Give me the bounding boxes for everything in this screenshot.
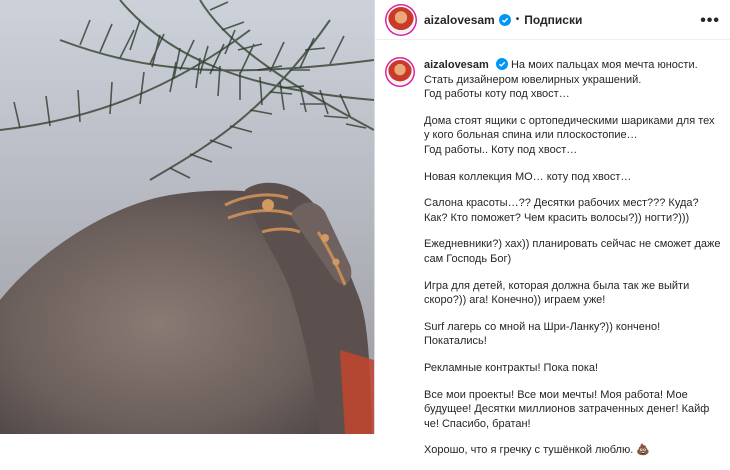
caption-text: aizalovesam На моих пальцах моя мечта юн… <box>424 58 723 470</box>
more-options-icon[interactable]: ••• <box>700 12 720 30</box>
caption-paragraph: Рекламные контракты! Пока пока! <box>424 361 599 374</box>
instagram-post: aizalovesam • Подписки ••• aizalovesam Н… <box>0 0 730 456</box>
author-avatar[interactable] <box>388 6 414 33</box>
caption-author-avatar[interactable] <box>388 60 412 84</box>
caption-lead: На моих пальцах моя мечта юности. <box>510 59 698 71</box>
caption-paragraph: Ежедневники?) хах)) планировать сейчас н… <box>424 238 721 265</box>
caption-paragraph: Хорошо, что я гречку с тушёнкой люблю. 💩 <box>424 444 650 457</box>
caption-paragraph: Игра для детей, которая должна была так … <box>424 279 690 307</box>
verified-badge-icon <box>498 13 511 26</box>
post-header: aizalovesam • Подписки ••• <box>375 0 730 40</box>
caption-author-username[interactable]: aizalovesam <box>424 59 489 71</box>
caption-paragraph: Дома стоят ящики с ортопедическими шарик… <box>424 114 715 156</box>
caption-paragraph: Surf лагерь со мной на Шри-Ланку?)) конч… <box>424 320 661 348</box>
caption-paragraph: Стать дизайнером ювелирных украшений. Го… <box>424 73 642 101</box>
separator-dot: • <box>515 14 520 25</box>
post-photo[interactable] <box>0 0 374 434</box>
post-side-panel: aizalovesam • Подписки ••• aizalovesam Н… <box>375 0 730 456</box>
author-username[interactable]: aizalovesam <box>424 13 495 27</box>
hand-with-rings-photo <box>0 0 374 434</box>
following-button[interactable]: Подписки <box>524 13 582 27</box>
caption-paragraph: Новая коллекция МО… коту под хвост… <box>424 170 632 183</box>
verified-badge-icon <box>495 58 508 70</box>
caption-paragraph: Салона красоты…?? Десятки рабочих мест??… <box>424 197 699 224</box>
post-caption: aizalovesam На моих пальцах моя мечта юн… <box>388 58 723 470</box>
caption-paragraph: Все мои проекты! Все мои мечты! Моя рабо… <box>424 388 710 430</box>
